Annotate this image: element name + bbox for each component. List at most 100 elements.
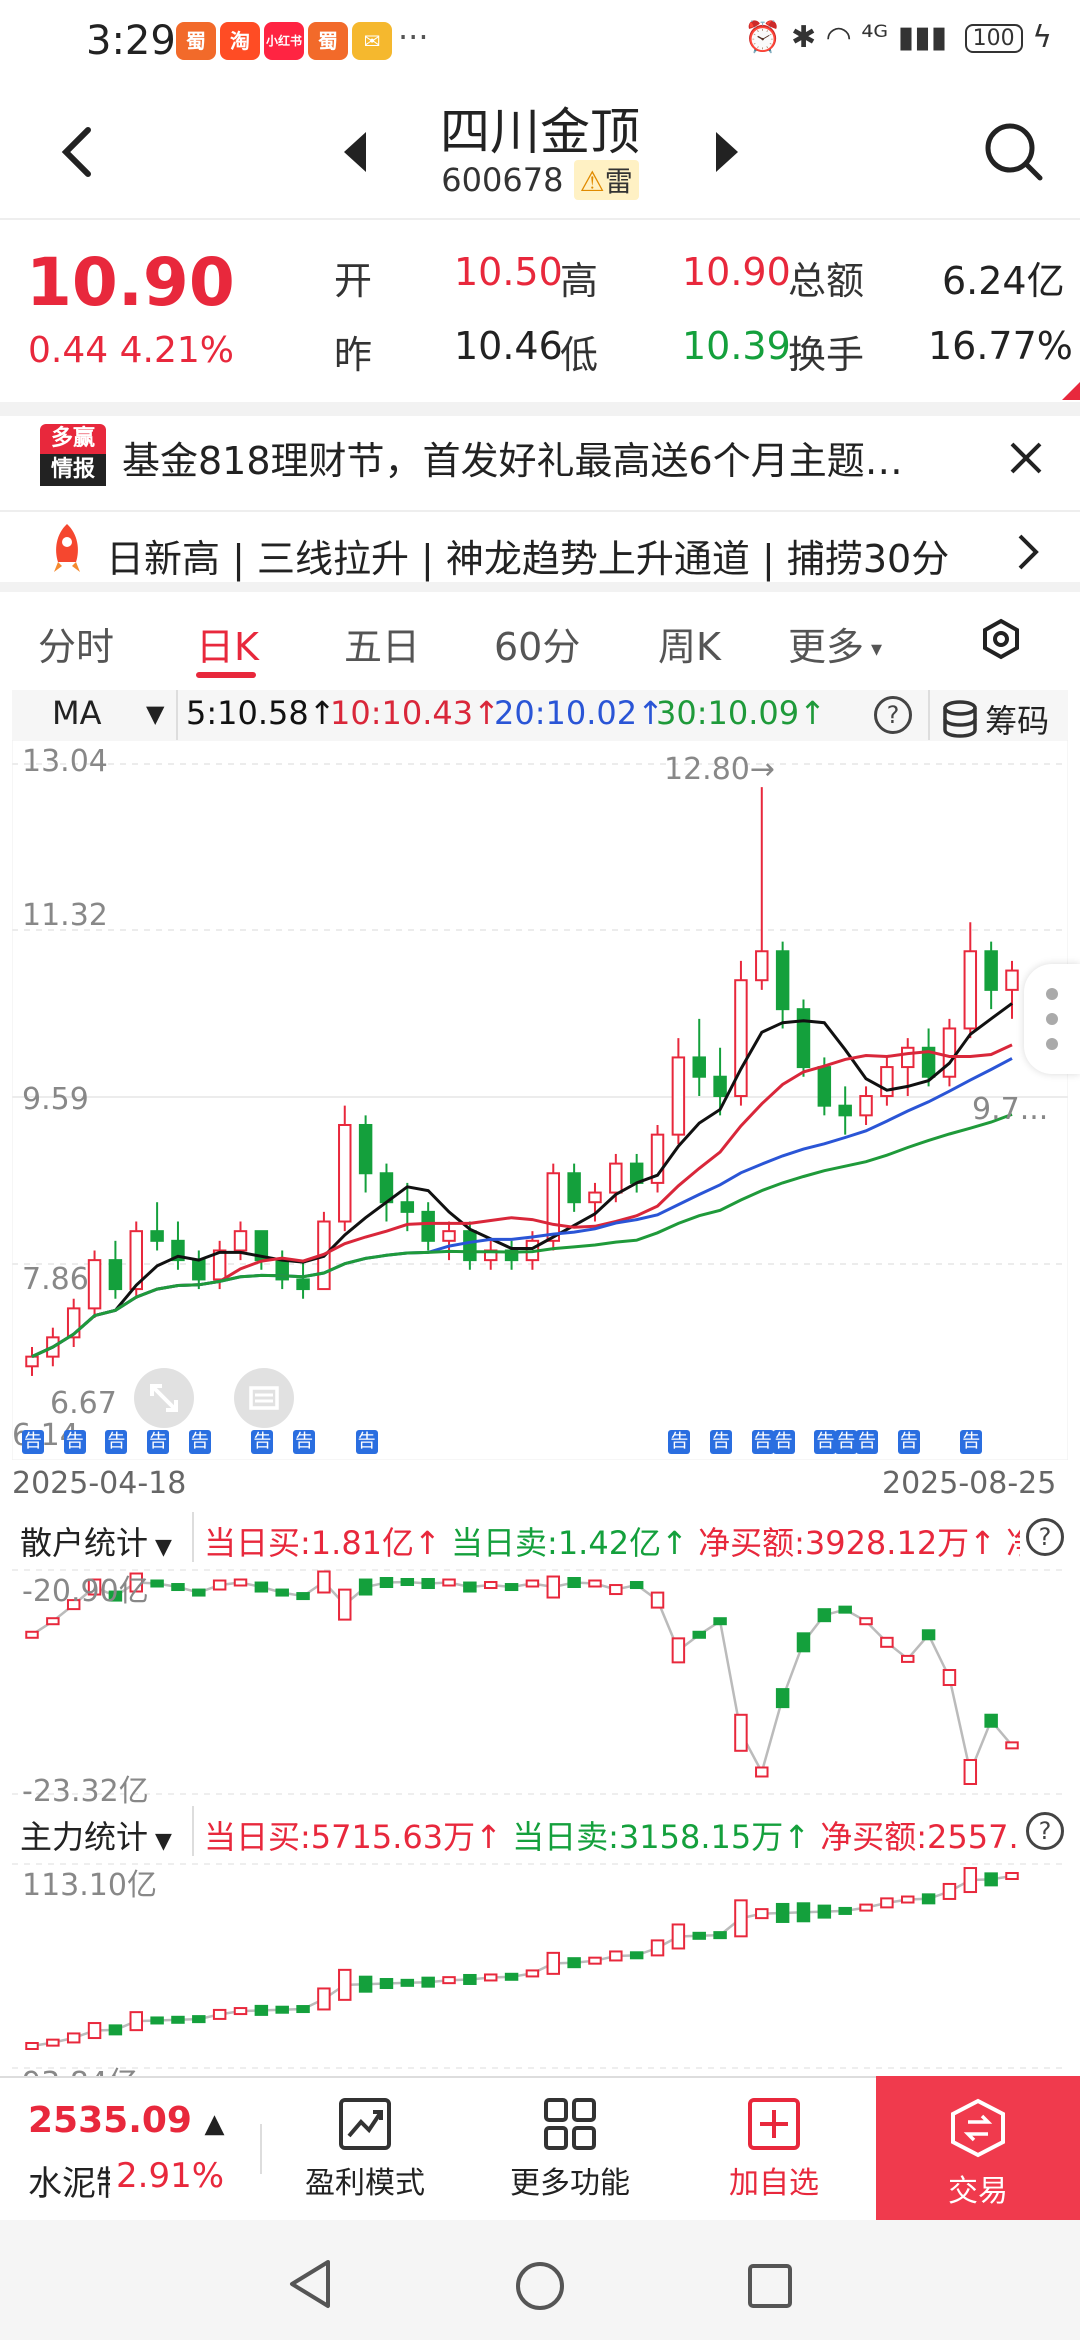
candle-body: [25, 1355, 39, 1368]
max-price-annotation: 12.80→: [664, 752, 776, 787]
ma-selector[interactable]: MA: [52, 694, 102, 732]
sector-index-value[interactable]: 2535.09 ▲: [28, 2100, 225, 2141]
trade-button[interactable]: 交易: [876, 2076, 1080, 2220]
flow-bar: [129, 2011, 143, 2032]
retail-stats-chart[interactable]: [12, 1562, 1068, 1802]
help-icon[interactable]: ?: [1026, 1518, 1064, 1556]
candle-body: [442, 1230, 456, 1242]
flow-bar: [338, 1588, 352, 1621]
candle-body: [1005, 969, 1019, 991]
announcement-marker[interactable]: 告: [105, 1430, 128, 1454]
candle-body: [609, 1162, 623, 1194]
sector-change: 2.91%: [116, 2156, 225, 2196]
tab-daily-k[interactable]: 日K: [196, 616, 259, 671]
corner-expand-icon[interactable]: [1062, 382, 1080, 400]
news-logo-icon: 多赢 情报: [40, 424, 106, 486]
tab-weekly-k[interactable]: 周K: [658, 616, 721, 671]
close-banner-button[interactable]: [1006, 438, 1046, 482]
announcement-marker[interactable]: 告: [960, 1430, 983, 1454]
flow-bar: [588, 1956, 602, 1965]
flow-bar: [755, 1908, 769, 1920]
flow-bar: [984, 1713, 998, 1728]
nav-recents-icon[interactable]: [746, 2262, 794, 2310]
announcement-marker[interactable]: 告: [355, 1430, 378, 1454]
tab-60min[interactable]: 60分: [494, 616, 580, 671]
add-icon: [748, 2098, 800, 2150]
announcement-marker[interactable]: 告: [63, 1430, 86, 1454]
chart-settings-button[interactable]: [980, 618, 1022, 664]
candle-body: [400, 1201, 415, 1213]
announcement-marker[interactable]: 告: [856, 1430, 879, 1454]
flow-bar: [838, 1906, 852, 1915]
kline-chart[interactable]: [11, 739, 1069, 1461]
main-stats-canvas: [12, 1863, 1068, 2069]
announcement-marker[interactable]: 告: [772, 1430, 795, 1454]
help-icon[interactable]: ?: [1026, 1812, 1064, 1850]
announcement-marker[interactable]: 告: [188, 1430, 211, 1454]
flow-bar: [296, 2005, 310, 2014]
search-button[interactable]: [982, 120, 1046, 188]
profit-mode-button[interactable]: 盈利模式: [300, 2096, 430, 2202]
more-notifications-icon: ···: [398, 18, 429, 56]
prev-close-label: 昨: [334, 333, 373, 377]
tab-more[interactable]: 更多 ▾: [788, 616, 882, 671]
flow-bar: [546, 1951, 561, 1975]
chart-trend-icon: [339, 2098, 391, 2150]
drawing-tool-button[interactable]: [234, 1368, 294, 1428]
flow-bar: [859, 1617, 873, 1626]
announcement-marker[interactable]: 告: [251, 1430, 274, 1454]
announcement-marker[interactable]: 告: [835, 1430, 858, 1454]
risk-badge[interactable]: ⚠雷: [573, 160, 639, 200]
flow-bar: [880, 1636, 894, 1648]
flow-bar: [901, 1654, 915, 1663]
sector-name[interactable]: 水泥制: [28, 2156, 110, 2205]
divider: [176, 690, 178, 740]
candle-body: [87, 1259, 102, 1310]
add-watchlist-button[interactable]: 加自选: [712, 2096, 836, 2202]
ticker-more-button[interactable]: [1014, 532, 1040, 576]
flow-bar: [379, 1978, 394, 1990]
tab-five-day[interactable]: 五日: [344, 616, 420, 671]
flow-bar: [817, 1608, 832, 1623]
flow-bar: [671, 1923, 686, 1950]
announcement-marker[interactable]: 告: [751, 1430, 774, 1454]
kline-canvas[interactable]: [11, 739, 1069, 1461]
announcement-marker[interactable]: 告: [22, 1430, 44, 1454]
announcement-marker[interactable]: 告: [710, 1430, 733, 1454]
fullscreen-button[interactable]: [134, 1368, 194, 1428]
low-value: 10.39: [682, 324, 791, 368]
candle-body: [984, 950, 998, 991]
tab-intraday[interactable]: 分时: [38, 616, 114, 671]
nav-home-icon[interactable]: [514, 2260, 566, 2312]
flow-bar: [546, 1575, 561, 1599]
retail-stats-selector[interactable]: 散户统计 ▼: [20, 1518, 172, 1564]
candle-body: [755, 950, 769, 982]
announcement-marker[interactable]: 告: [668, 1430, 691, 1454]
announcement-marker[interactable]: 告: [814, 1430, 837, 1454]
main-stats-selector[interactable]: 主力统计 ▼: [20, 1812, 172, 1858]
candle-body: [421, 1210, 435, 1242]
flow-bar: [275, 1588, 289, 1597]
side-menu-handle[interactable]: [1024, 964, 1080, 1074]
amount-label: 总额: [788, 259, 865, 303]
more-functions-button[interactable]: 更多功能: [500, 2096, 640, 2202]
flow-bar: [421, 1976, 435, 1988]
divider: [192, 1512, 194, 1562]
help-icon[interactable]: ?: [874, 696, 912, 734]
promo-banner-text[interactable]: 基金818理财节，首发好礼最高送6个月主题…: [122, 430, 903, 485]
stock-code-row: 600678 ⚠雷: [0, 160, 1080, 200]
turnover-label: 换手: [788, 333, 865, 377]
grid-icon: [544, 2098, 596, 2150]
next-stock-button[interactable]: [712, 128, 742, 180]
main-stats-chart[interactable]: [12, 1856, 1068, 2076]
flow-bar: [171, 2015, 185, 2024]
signal-ticker[interactable]: 日新高 | 三线拉升 | 神龙趋势上升通道 | 捕捞30分: [106, 528, 986, 583]
dropdown-arrow-icon[interactable]: ▼: [146, 700, 164, 728]
nav-back-icon[interactable]: [286, 2258, 334, 2310]
announcement-marker[interactable]: 告: [293, 1430, 316, 1454]
chips-button[interactable]: 筹码: [940, 696, 1049, 742]
open-value: 10.50: [454, 250, 563, 294]
announcement-marker[interactable]: 告: [897, 1430, 920, 1454]
flow-bar: [463, 1581, 477, 1593]
announcement-marker[interactable]: 告: [147, 1430, 170, 1454]
